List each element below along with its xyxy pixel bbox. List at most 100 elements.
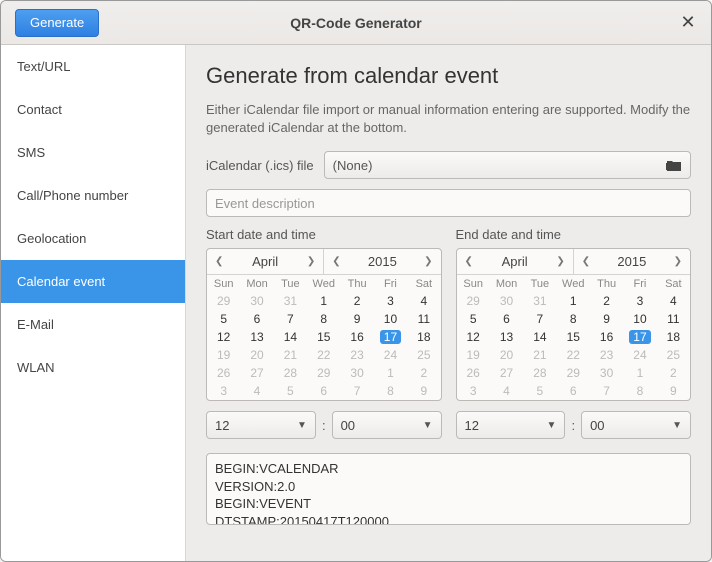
- calendar-day[interactable]: 1: [623, 364, 656, 382]
- calendar-day[interactable]: 30: [490, 292, 523, 310]
- calendar-day[interactable]: 25: [407, 346, 440, 364]
- calendar-day[interactable]: 26: [207, 364, 240, 382]
- chevron-right-icon[interactable]: ❯: [670, 254, 686, 269]
- calendar-day[interactable]: 13: [240, 328, 273, 346]
- chevron-right-icon[interactable]: ❯: [303, 254, 319, 269]
- calendar-day[interactable]: 9: [590, 310, 623, 328]
- calendar-day[interactable]: 29: [207, 292, 240, 310]
- end-month-selector[interactable]: ❮ April ❯: [457, 249, 573, 274]
- end-calendar[interactable]: ❮ April ❯ ❮ 2015 ❯ SunMonTueWedThuFriSat…: [456, 248, 692, 401]
- start-calendar[interactable]: ❮ April ❯ ❮ 2015 ❯ SunMonTueWedThuFriSat…: [206, 248, 442, 401]
- calendar-day[interactable]: 18: [407, 328, 440, 346]
- calendar-day[interactable]: 3: [207, 382, 240, 400]
- chevron-left-icon[interactable]: ❮: [328, 254, 344, 269]
- calendar-day[interactable]: 31: [523, 292, 556, 310]
- calendar-day[interactable]: 3: [623, 292, 656, 310]
- icalendar-output[interactable]: BEGIN:VCALENDAR VERSION:2.0 BEGIN:VEVENT…: [206, 453, 691, 525]
- calendar-day[interactable]: 9: [657, 382, 690, 400]
- generate-button[interactable]: Generate: [15, 9, 99, 37]
- calendar-day[interactable]: 24: [374, 346, 407, 364]
- calendar-day[interactable]: 12: [207, 328, 240, 346]
- sidebar-item-contact[interactable]: Contact: [1, 88, 185, 131]
- end-hour-select[interactable]: 12▼: [456, 411, 566, 439]
- calendar-day[interactable]: 2: [657, 364, 690, 382]
- sidebar-item-calendar-event[interactable]: Calendar event: [1, 260, 185, 303]
- calendar-day[interactable]: 13: [490, 328, 523, 346]
- sidebar-item-text-url[interactable]: Text/URL: [1, 45, 185, 88]
- calendar-day[interactable]: 18: [657, 328, 690, 346]
- calendar-day[interactable]: 5: [457, 310, 490, 328]
- calendar-day[interactable]: 14: [274, 328, 307, 346]
- calendar-day[interactable]: 7: [590, 382, 623, 400]
- calendar-day[interactable]: 9: [340, 310, 373, 328]
- start-minute-select[interactable]: 00▼: [332, 411, 442, 439]
- calendar-day[interactable]: 2: [407, 364, 440, 382]
- chevron-right-icon[interactable]: ❯: [552, 254, 568, 269]
- sidebar-item-email[interactable]: E-Mail: [1, 303, 185, 346]
- calendar-day[interactable]: 2: [590, 292, 623, 310]
- chevron-left-icon[interactable]: ❮: [578, 254, 594, 269]
- calendar-day[interactable]: 16: [590, 328, 623, 346]
- calendar-day[interactable]: 23: [590, 346, 623, 364]
- calendar-day[interactable]: 5: [274, 382, 307, 400]
- calendar-day[interactable]: 30: [590, 364, 623, 382]
- start-month-selector[interactable]: ❮ April ❯: [207, 249, 323, 274]
- calendar-day[interactable]: 22: [557, 346, 590, 364]
- calendar-day[interactable]: 7: [340, 382, 373, 400]
- calendar-day[interactable]: 6: [557, 382, 590, 400]
- calendar-day[interactable]: 29: [457, 292, 490, 310]
- calendar-day[interactable]: 24: [623, 346, 656, 364]
- event-description-input[interactable]: [206, 189, 691, 217]
- calendar-day[interactable]: 26: [457, 364, 490, 382]
- calendar-day[interactable]: 29: [557, 364, 590, 382]
- sidebar-item-sms[interactable]: SMS: [1, 131, 185, 174]
- chevron-right-icon[interactable]: ❯: [420, 254, 436, 269]
- calendar-day[interactable]: 9: [407, 382, 440, 400]
- sidebar-item-wlan[interactable]: WLAN: [1, 346, 185, 389]
- calendar-day[interactable]: 4: [240, 382, 273, 400]
- calendar-day[interactable]: 28: [274, 364, 307, 382]
- calendar-day[interactable]: 10: [623, 310, 656, 328]
- calendar-day[interactable]: 30: [240, 292, 273, 310]
- close-button[interactable]: ✕: [679, 13, 697, 31]
- calendar-day[interactable]: 25: [657, 346, 690, 364]
- chevron-left-icon[interactable]: ❮: [211, 254, 227, 269]
- calendar-day[interactable]: 17: [623, 328, 656, 346]
- calendar-day[interactable]: 8: [557, 310, 590, 328]
- calendar-day[interactable]: 7: [523, 310, 556, 328]
- chevron-left-icon[interactable]: ❮: [461, 254, 477, 269]
- calendar-day[interactable]: 8: [307, 310, 340, 328]
- calendar-day[interactable]: 15: [307, 328, 340, 346]
- calendar-day[interactable]: 6: [307, 382, 340, 400]
- calendar-day[interactable]: 1: [374, 364, 407, 382]
- calendar-day[interactable]: 21: [274, 346, 307, 364]
- calendar-day[interactable]: 19: [457, 346, 490, 364]
- calendar-day[interactable]: 21: [523, 346, 556, 364]
- calendar-day[interactable]: 4: [657, 292, 690, 310]
- start-hour-select[interactable]: 12▼: [206, 411, 316, 439]
- calendar-day[interactable]: 6: [490, 310, 523, 328]
- calendar-day[interactable]: 3: [374, 292, 407, 310]
- calendar-day[interactable]: 19: [207, 346, 240, 364]
- calendar-day[interactable]: 4: [407, 292, 440, 310]
- calendar-day[interactable]: 20: [240, 346, 273, 364]
- calendar-day[interactable]: 30: [340, 364, 373, 382]
- start-year-selector[interactable]: ❮ 2015 ❯: [323, 249, 440, 274]
- calendar-day[interactable]: 4: [490, 382, 523, 400]
- calendar-day[interactable]: 28: [523, 364, 556, 382]
- calendar-day[interactable]: 12: [457, 328, 490, 346]
- calendar-day[interactable]: 5: [207, 310, 240, 328]
- calendar-day[interactable]: 1: [307, 292, 340, 310]
- calendar-day[interactable]: 29: [307, 364, 340, 382]
- sidebar-item-call[interactable]: Call/Phone number: [1, 174, 185, 217]
- sidebar-item-geolocation[interactable]: Geolocation: [1, 217, 185, 260]
- calendar-day[interactable]: 14: [523, 328, 556, 346]
- calendar-day[interactable]: 15: [557, 328, 590, 346]
- calendar-day[interactable]: 11: [407, 310, 440, 328]
- calendar-day[interactable]: 20: [490, 346, 523, 364]
- calendar-day[interactable]: 31: [274, 292, 307, 310]
- calendar-day[interactable]: 3: [457, 382, 490, 400]
- end-minute-select[interactable]: 00▼: [581, 411, 691, 439]
- ics-file-chooser[interactable]: (None): [324, 151, 691, 179]
- calendar-day[interactable]: 16: [340, 328, 373, 346]
